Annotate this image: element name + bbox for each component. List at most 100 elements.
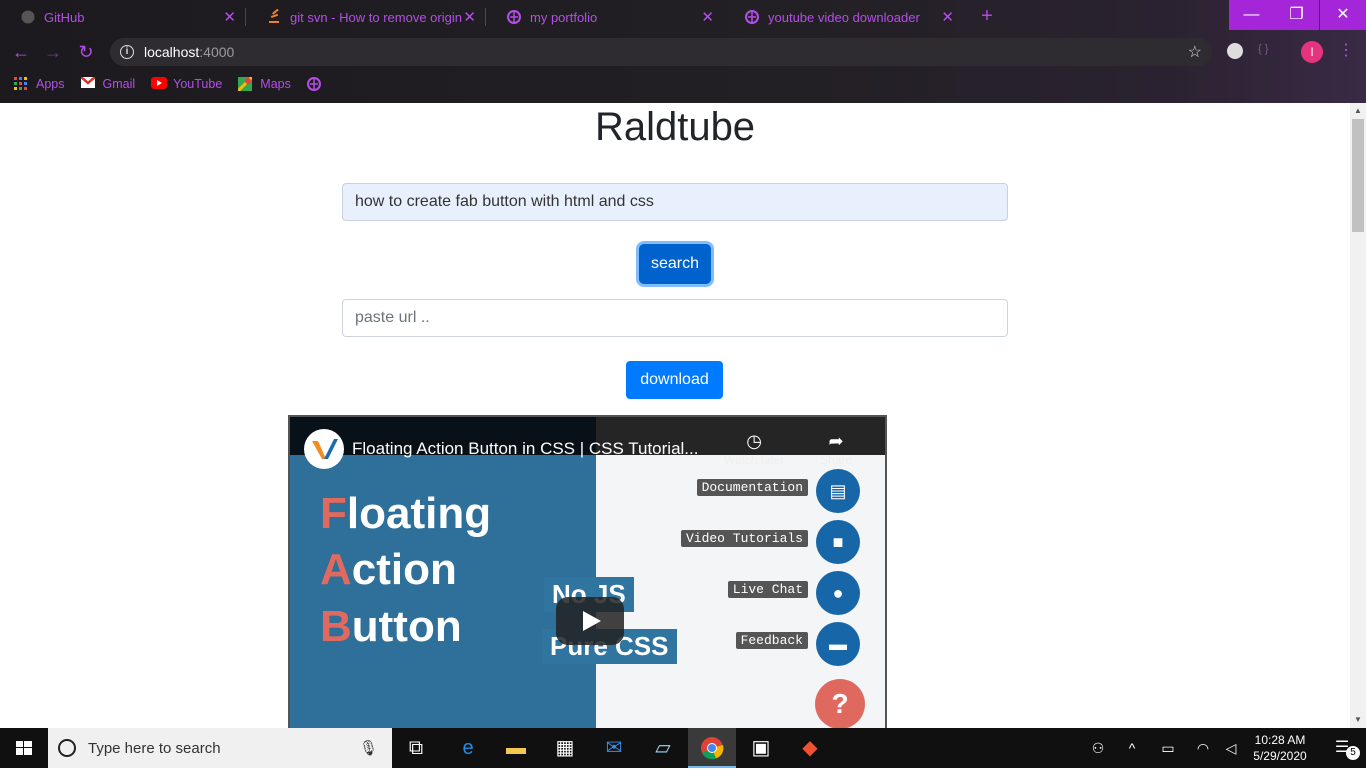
close-icon[interactable]: ✕: [701, 8, 714, 26]
scroll-thumb[interactable]: [1352, 119, 1364, 232]
page-scrollbar[interactable]: ▲ ▼: [1350, 103, 1366, 728]
reload-button[interactable]: ↻: [75, 41, 97, 63]
forward-button[interactable]: →: [42, 41, 64, 63]
search-input[interactable]: how to create fab button with html and c…: [342, 183, 1008, 221]
headline-line-3: Button: [320, 602, 462, 651]
volume-icon[interactable]: ◁: [1214, 728, 1248, 768]
download-button[interactable]: download: [626, 361, 723, 399]
close-icon[interactable]: ✕: [941, 8, 954, 26]
play-button[interactable]: [556, 597, 624, 645]
extension-icon[interactable]: [1227, 43, 1243, 59]
watch-later-button[interactable]: ◷ Watch later: [724, 431, 784, 467]
fab-label: Documentation: [696, 479, 808, 496]
cortana-icon: [58, 739, 76, 757]
bookmark-label: Maps: [260, 77, 291, 91]
terminal-icon[interactable]: ▣: [737, 728, 785, 768]
address-port: :4000: [199, 44, 235, 60]
bookmark-label: Gmail: [102, 77, 136, 91]
video-title[interactable]: Floating Action Button in CSS | CSS Tuto…: [352, 439, 698, 459]
address-bar[interactable]: i localhost:4000 ☆: [110, 38, 1212, 66]
chrome-icon[interactable]: [688, 728, 736, 768]
tab-github[interactable]: GitHub ✕: [0, 0, 246, 34]
help-fab: ?: [815, 679, 865, 729]
store-icon[interactable]: ▦: [541, 728, 589, 768]
tray-chevron-icon[interactable]: ^: [1114, 728, 1150, 768]
bookmark-globe[interactable]: [306, 77, 329, 91]
task-view-icon[interactable]: ⧉: [392, 728, 440, 768]
tab-label: youtube video downloader: [768, 9, 920, 25]
github-icon: [20, 9, 36, 25]
fab-label: Feedback: [735, 632, 808, 649]
mail-icon[interactable]: ✉: [590, 728, 638, 768]
clock-time: 10:28 AM: [1254, 733, 1306, 747]
battery-icon[interactable]: ▭: [1150, 728, 1186, 768]
file-explorer-icon[interactable]: ▬: [492, 728, 540, 768]
youtube-icon: [151, 77, 168, 91]
fab-row: Video Tutorials ■: [560, 520, 860, 564]
document-icon: ▤: [816, 469, 860, 513]
bookmark-star-icon[interactable]: ☆: [1188, 42, 1202, 62]
close-icon[interactable]: ✕: [223, 8, 236, 26]
back-button[interactable]: ←: [10, 41, 32, 63]
tab-strip: GitHub ✕ git svn - How to remove origin …: [0, 0, 1230, 34]
notification-count: 5: [1346, 746, 1360, 760]
apps-grid-icon: [14, 77, 28, 91]
clock-date: 5/29/2020: [1253, 749, 1307, 763]
toolbar: ← → ↻ i localhost:4000 ☆ { } I ⋮: [0, 34, 1366, 70]
windows-taskbar: Type here to search 🎙 ⧉ e ▬ ▦ ✉ ▱ ▣ ◆ ⚇ …: [0, 728, 1366, 768]
bookmark-youtube[interactable]: YouTube: [151, 77, 222, 91]
page-content: Raldtube how to create fab button with h…: [0, 103, 1350, 735]
new-tab-button[interactable]: +: [976, 5, 998, 27]
browser-chrome: GitHub ✕ git svn - How to remove origin …: [0, 0, 1366, 103]
headline-line-1: Floating: [320, 489, 492, 538]
scroll-down-arrow[interactable]: ▼: [1350, 712, 1366, 728]
info-icon[interactable]: i: [120, 45, 134, 59]
bookmark-label: Apps: [36, 77, 65, 91]
bookmark-maps[interactable]: Maps: [237, 75, 291, 93]
bookmarks-bar: Apps Gmail YouTube Maps: [0, 72, 1366, 96]
bookmark-gmail[interactable]: Gmail: [79, 76, 136, 91]
edge-icon[interactable]: e: [444, 728, 492, 768]
tab-label: my portfolio: [530, 9, 598, 25]
feedback-icon: ▬: [816, 622, 860, 666]
scroll-up-arrow[interactable]: ▲: [1350, 103, 1366, 119]
notifications-icon[interactable]: ☰ 5: [1318, 728, 1366, 768]
globe-icon: [306, 77, 321, 91]
git-icon[interactable]: ◆: [786, 728, 834, 768]
page-title: Raldtube: [594, 105, 756, 149]
share-label: Share: [820, 453, 853, 467]
chat-bubbles-icon: ●: [816, 571, 860, 615]
maps-icon: [237, 75, 254, 93]
bookmark-apps[interactable]: Apps: [14, 77, 65, 91]
tab-git-svn[interactable]: git svn - How to remove origin fr ✕: [246, 0, 486, 34]
microphone-icon[interactable]: 🎙: [359, 739, 378, 757]
channel-logo[interactable]: [304, 429, 344, 469]
globe-icon: [744, 9, 760, 25]
stackoverflow-icon: [266, 9, 282, 25]
url-input[interactable]: paste url ..: [342, 299, 1008, 337]
headline-line-2: Action: [320, 545, 457, 594]
close-window-button[interactable]: ✕: [1320, 0, 1366, 30]
share-icon: ➦: [828, 431, 844, 451]
restore-button[interactable]: ❐: [1274, 0, 1319, 30]
bookmark-label: YouTube: [173, 77, 223, 91]
video-embed[interactable]: Floating Action Button No JS Pure CSS Fl…: [288, 415, 887, 735]
clock-icon: ◷: [746, 431, 762, 451]
extension-code-icon[interactable]: { }: [1258, 43, 1268, 55]
taskbar-search-placeholder: Type here to search: [88, 739, 221, 757]
taskbar-clock[interactable]: 10:28 AM 5/29/2020: [1250, 732, 1310, 764]
minimize-button[interactable]: —: [1229, 0, 1274, 30]
tab-my-portfolio[interactable]: my portfolio ✕: [486, 0, 724, 34]
notepad-icon[interactable]: ▱: [639, 728, 687, 768]
menu-kebab-icon[interactable]: ⋮: [1338, 40, 1354, 60]
tab-youtube-downloader[interactable]: youtube video downloader ✕: [724, 0, 964, 34]
share-button[interactable]: ➦ Share: [820, 431, 852, 467]
video-camera-icon: ■: [816, 520, 860, 564]
watch-later-label: Watch later: [724, 453, 785, 467]
address-host: localhost: [144, 44, 200, 60]
search-button[interactable]: search: [639, 244, 711, 284]
close-icon[interactable]: ✕: [463, 8, 476, 26]
taskbar-search[interactable]: Type here to search 🎙: [48, 728, 392, 768]
start-button[interactable]: [0, 728, 48, 768]
profile-avatar[interactable]: I: [1301, 41, 1323, 63]
